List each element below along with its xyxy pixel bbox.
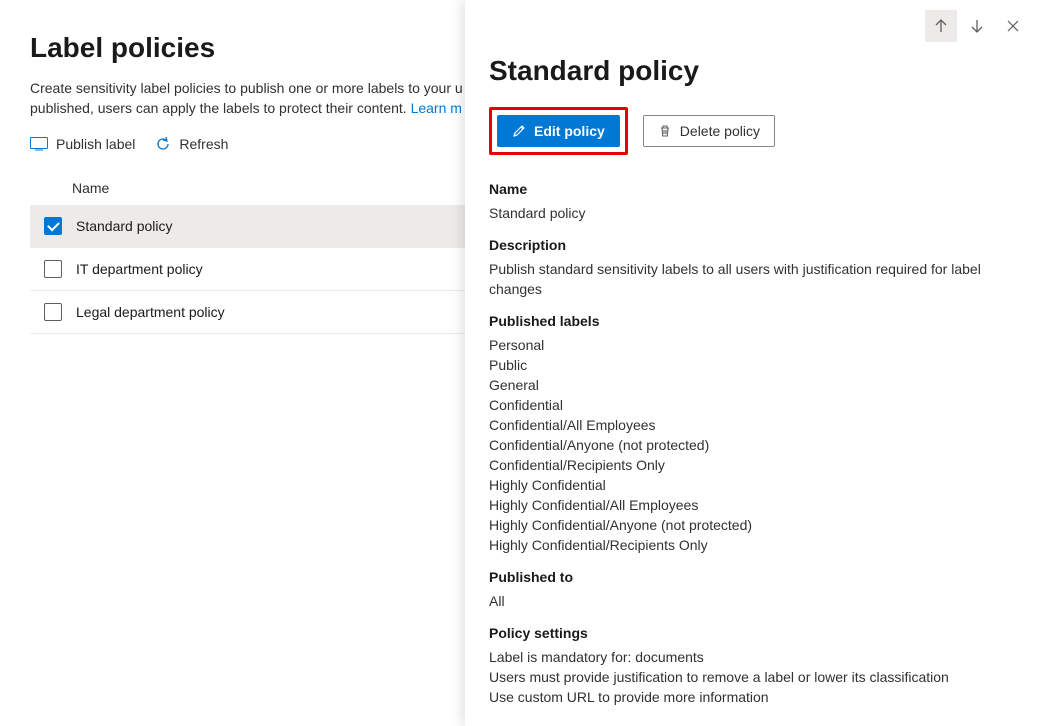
list-item: Highly Confidential/All Employees: [489, 495, 1019, 515]
table-row[interactable]: Standard policy: [30, 205, 470, 248]
list-item: Label is mandatory for: documents: [489, 647, 1019, 667]
policy-name-cell: Standard policy: [76, 218, 173, 234]
close-icon: [1006, 19, 1020, 33]
list-item: Personal: [489, 335, 1019, 355]
published-to-value: All: [489, 591, 1019, 611]
arrow-down-icon: [969, 18, 985, 34]
arrow-up-icon: [933, 18, 949, 34]
down-arrow-button[interactable]: [961, 10, 993, 42]
list-item: Public: [489, 355, 1019, 375]
list-item: Confidential/Recipients Only: [489, 455, 1019, 475]
action-row: Edit policy Delete policy: [489, 107, 1019, 155]
desc-line1: Create sensitivity label policies to pub…: [30, 80, 463, 96]
publish-label-button[interactable]: Publish label: [30, 136, 135, 152]
description-value: Publish standard sensitivity labels to a…: [489, 259, 1019, 299]
policy-name-cell: Legal department policy: [76, 304, 225, 320]
page-title: Label policies: [30, 32, 470, 64]
delete-policy-button[interactable]: Delete policy: [643, 115, 775, 147]
list-item: Confidential/Anyone (not protected): [489, 435, 1019, 455]
name-label: Name: [489, 181, 1019, 197]
table-row[interactable]: Legal department policy: [30, 291, 470, 334]
edit-btn-text: Edit policy: [534, 123, 605, 139]
description-label: Description: [489, 237, 1019, 253]
trash-icon: [658, 124, 672, 138]
close-button[interactable]: [997, 10, 1029, 42]
checkbox[interactable]: [44, 217, 62, 235]
list-item: Use custom URL to provide more informati…: [489, 687, 1019, 707]
desc-line2: published, users can apply the labels to…: [30, 100, 411, 116]
table-row[interactable]: IT department policy: [30, 248, 470, 291]
edit-policy-button[interactable]: Edit policy: [497, 115, 620, 147]
toolbar: Publish label Refresh: [30, 136, 470, 152]
delete-btn-text: Delete policy: [680, 123, 760, 139]
detail-title: Standard policy: [489, 55, 1019, 87]
published-labels-list: Personal Public General Confidential Con…: [489, 335, 1019, 555]
refresh-button[interactable]: Refresh: [155, 136, 228, 152]
policy-list: Standard policy IT department policy Leg…: [30, 205, 470, 334]
checkbox[interactable]: [44, 303, 62, 321]
name-value: Standard policy: [489, 203, 1019, 223]
list-item: Highly Confidential/Recipients Only: [489, 535, 1019, 555]
list-item: General: [489, 375, 1019, 395]
refresh-icon: [155, 136, 171, 152]
up-arrow-button[interactable]: [925, 10, 957, 42]
publish-label-text: Publish label: [56, 136, 135, 152]
list-item: Confidential: [489, 395, 1019, 415]
published-to-label: Published to: [489, 569, 1019, 585]
list-item: Confidential/All Employees: [489, 415, 1019, 435]
policy-name-cell: IT department policy: [76, 261, 203, 277]
refresh-text: Refresh: [179, 136, 228, 152]
policy-settings-label: Policy settings: [489, 625, 1019, 641]
list-item: Highly Confidential: [489, 475, 1019, 495]
highlight-frame: Edit policy: [489, 107, 628, 155]
detail-panel: Standard policy Edit policy Delete polic…: [465, 0, 1039, 726]
publish-icon: [30, 137, 48, 151]
page-description: Create sensitivity label policies to pub…: [30, 78, 470, 118]
published-labels-label: Published labels: [489, 313, 1019, 329]
table-header-name[interactable]: Name: [30, 172, 470, 205]
panel-controls: [925, 10, 1029, 42]
edit-icon: [512, 124, 526, 138]
policy-settings-list: Label is mandatory for: documents Users …: [489, 647, 1019, 707]
list-item: Highly Confidential/Anyone (not protecte…: [489, 515, 1019, 535]
learn-more-link[interactable]: Learn m: [411, 100, 462, 116]
list-item: Users must provide justification to remo…: [489, 667, 1019, 687]
checkbox[interactable]: [44, 260, 62, 278]
